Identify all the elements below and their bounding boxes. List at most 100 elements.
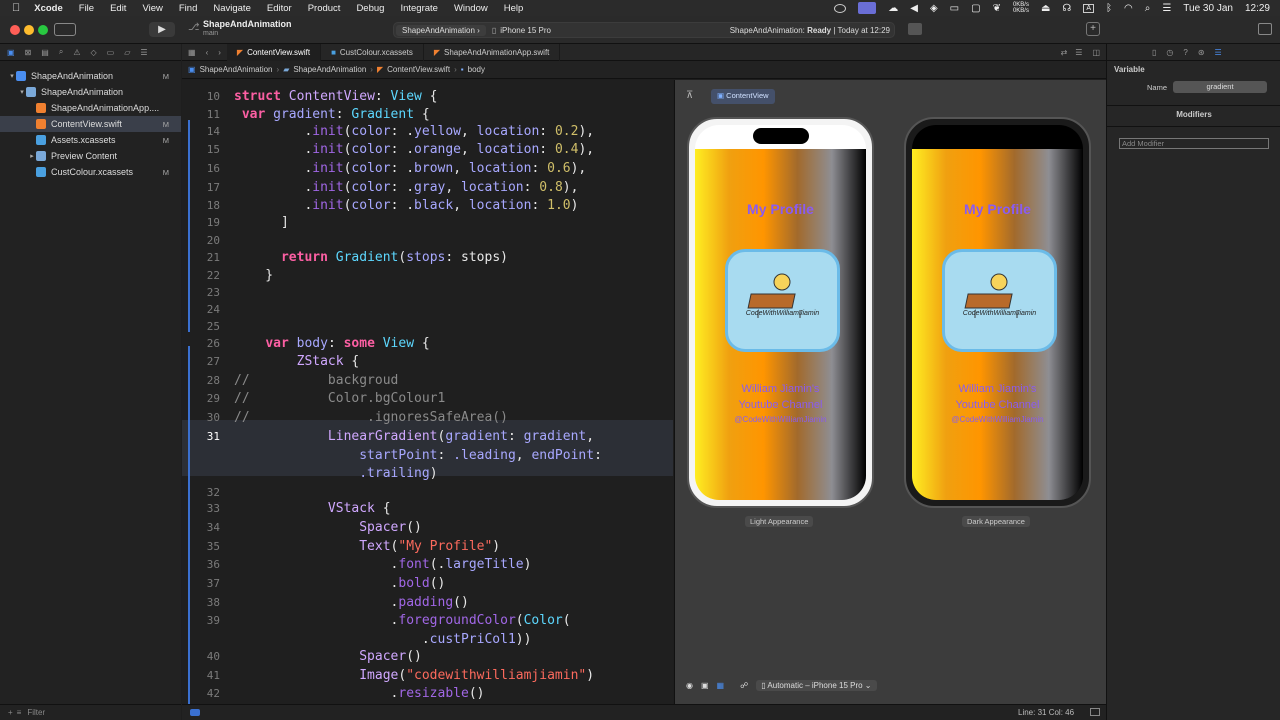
report-icon[interactable]: ☰ (140, 48, 147, 57)
control-center-icon[interactable]: ☰ (1162, 3, 1171, 14)
status-item-icon[interactable] (834, 3, 847, 13)
code-line[interactable]: // backgroud (234, 373, 398, 388)
run-button[interactable]: ▶ (149, 22, 175, 37)
menu-app-xcode[interactable]: Xcode (26, 3, 71, 14)
panel-toggle-icon[interactable] (1090, 708, 1100, 716)
line-number[interactable]: 21 (182, 251, 220, 264)
plus-icon[interactable]: + (8, 708, 13, 717)
line-number[interactable]: 29 (182, 392, 220, 405)
line-number[interactable]: 32 (182, 486, 220, 499)
code-line[interactable]: .bold() (234, 576, 446, 591)
disclosure-icon[interactable]: ▾ (8, 72, 16, 80)
code-line[interactable]: startPoint: .leading, endPoint: (234, 448, 602, 463)
debug-icon[interactable]: ▭ (107, 48, 115, 57)
line-number[interactable]: 14 (182, 125, 220, 138)
code-line[interactable]: var gradient: Gradient { (234, 107, 430, 122)
menu-integrate[interactable]: Integrate (392, 3, 446, 14)
code-line[interactable]: .init(color: .gray, location: 0.8), (234, 180, 578, 195)
close-window-button[interactable] (10, 25, 20, 35)
filter-icon[interactable]: ≡ (17, 708, 22, 717)
line-number[interactable]: 22 (182, 269, 220, 282)
compare-icon[interactable]: ⇄ (1057, 48, 1072, 57)
line-number[interactable]: 24 (182, 303, 220, 316)
filter-input[interactable]: Filter (27, 708, 45, 717)
related-items-icon[interactable]: ▦ (182, 48, 202, 57)
date[interactable]: Tue 30 Jan (1183, 3, 1233, 14)
breakpoint-icon[interactable]: ▱ (124, 48, 130, 57)
menu-edit[interactable]: Edit (102, 3, 134, 14)
line-number[interactable]: 11 (182, 108, 220, 121)
jump-group[interactable]: ShapeAndAnimation (293, 65, 366, 74)
code-line[interactable]: return Gradient(stops: stops) (234, 250, 508, 265)
menu-find[interactable]: Find (171, 3, 205, 14)
file-inspector-icon[interactable]: ▯ (1152, 48, 1156, 57)
device-settings-icon[interactable]: ☍ (740, 681, 748, 690)
nav-item-assets[interactable]: Assets.xcassets M (0, 132, 181, 148)
tab-custcolour[interactable]: ■ CustColour.xcassets (321, 43, 424, 61)
code-line[interactable]: .padding() (234, 595, 469, 610)
wifi-icon[interactable]: ◠ (1124, 3, 1133, 14)
line-number[interactable]: 15 (182, 143, 220, 156)
sidebar-toggle-icon[interactable] (54, 23, 76, 36)
line-number[interactable]: 39 (182, 614, 220, 627)
nav-item-group[interactable]: ▾ ShapeAndAnimation (0, 84, 181, 100)
editor-options-icon[interactable]: ☰ (1071, 48, 1086, 57)
menu-window[interactable]: Window (446, 3, 496, 14)
jump-file[interactable]: ContentView.swift (387, 65, 450, 74)
cloud-icon[interactable]: ☁ (888, 3, 898, 14)
line-number[interactable]: 33 (182, 502, 220, 515)
debug-area-toggle[interactable] (190, 709, 200, 716)
nav-item-project[interactable]: ▾ ShapeAndAnimation M (0, 68, 181, 84)
code-line[interactable]: LinearGradient(gradient: gradient, (234, 429, 594, 444)
line-number[interactable]: 41 (182, 669, 220, 682)
line-number[interactable]: 35 (182, 540, 220, 553)
line-number[interactable]: 10 (182, 90, 220, 103)
line-number[interactable]: 40 (182, 650, 220, 663)
attributes-inspector-icon[interactable]: ☰ (1215, 48, 1222, 57)
code-line[interactable]: Spacer() (234, 520, 422, 535)
line-number[interactable]: 30 (182, 411, 220, 424)
minimize-window-button[interactable] (24, 25, 34, 35)
line-number[interactable]: 17 (182, 181, 220, 194)
quick-help-icon[interactable]: ? (1183, 48, 1187, 57)
disclosure-icon[interactable]: ▸ (28, 152, 36, 160)
jump-project[interactable]: ShapeAndAnimation (200, 65, 273, 74)
test-icon[interactable]: ◇ (90, 48, 96, 57)
nav-item-custcolour[interactable]: CustColour.xcassets M (0, 164, 181, 180)
tab-contentview[interactable]: ◤ ContentView.swift (226, 43, 322, 61)
selectable-mode-icon[interactable]: ▣ (701, 681, 709, 690)
code-line[interactable]: .custPriCol1)) (234, 632, 532, 647)
menu-file[interactable]: File (71, 3, 102, 14)
tab-app[interactable]: ◤ ShapeAndAnimationApp.swift (424, 43, 561, 61)
nav-item-contentview[interactable]: ContentView.swift M (0, 116, 181, 132)
line-number[interactable]: 18 (182, 199, 220, 212)
code-line[interactable]: .init(color: .orange, location: 0.4), (234, 142, 594, 157)
menu-navigate[interactable]: Navigate (205, 3, 259, 14)
line-number[interactable]: 34 (182, 521, 220, 534)
menu-editor[interactable]: Editor (259, 3, 300, 14)
device-menu[interactable]: ▯ Automatic – iPhone 15 Pro ⌄ (756, 679, 877, 691)
code-line[interactable]: VStack { (234, 501, 391, 516)
code-line[interactable]: // .ignoresSafeArea() (234, 410, 508, 425)
variants-icon[interactable]: ▦ (717, 681, 725, 690)
leaf-icon[interactable]: ❦ (993, 3, 1001, 14)
add-button[interactable]: + (1086, 22, 1100, 36)
inspector-toggle-icon[interactable] (1258, 23, 1272, 35)
split-editor-icon[interactable]: ◫ (1086, 48, 1106, 57)
dark-preview-device[interactable]: My Profile CodeWithWilliamJiamin William… (904, 117, 1091, 508)
name-field[interactable]: gradient (1173, 81, 1267, 93)
line-number[interactable]: 31 (182, 430, 220, 443)
code-line[interactable]: .init(color: .black, location: 1.0) (234, 198, 578, 213)
light-preview-device[interactable]: My Profile CodeWithWilliamJiamin William… (687, 117, 874, 508)
code-line[interactable]: .trailing) (234, 466, 437, 481)
window-icon[interactable]: ▢ (971, 3, 980, 14)
code-line[interactable]: .init(color: .yellow, location: 0.2), (234, 124, 594, 139)
code-line[interactable]: .foregroundColor(Color( (234, 613, 571, 628)
line-number[interactable]: 38 (182, 596, 220, 609)
line-number[interactable]: 36 (182, 558, 220, 571)
code-line[interactable]: Image("codewithwilliamjiamin") (234, 668, 594, 683)
nav-item-app-file[interactable]: ShapeAndAnimationApp.... (0, 100, 181, 116)
device-selector[interactable]: iPhone 15 Pro (500, 26, 551, 35)
branch-name[interactable]: main (203, 30, 218, 37)
nav-item-preview-content[interactable]: ▸ Preview Content (0, 148, 181, 164)
